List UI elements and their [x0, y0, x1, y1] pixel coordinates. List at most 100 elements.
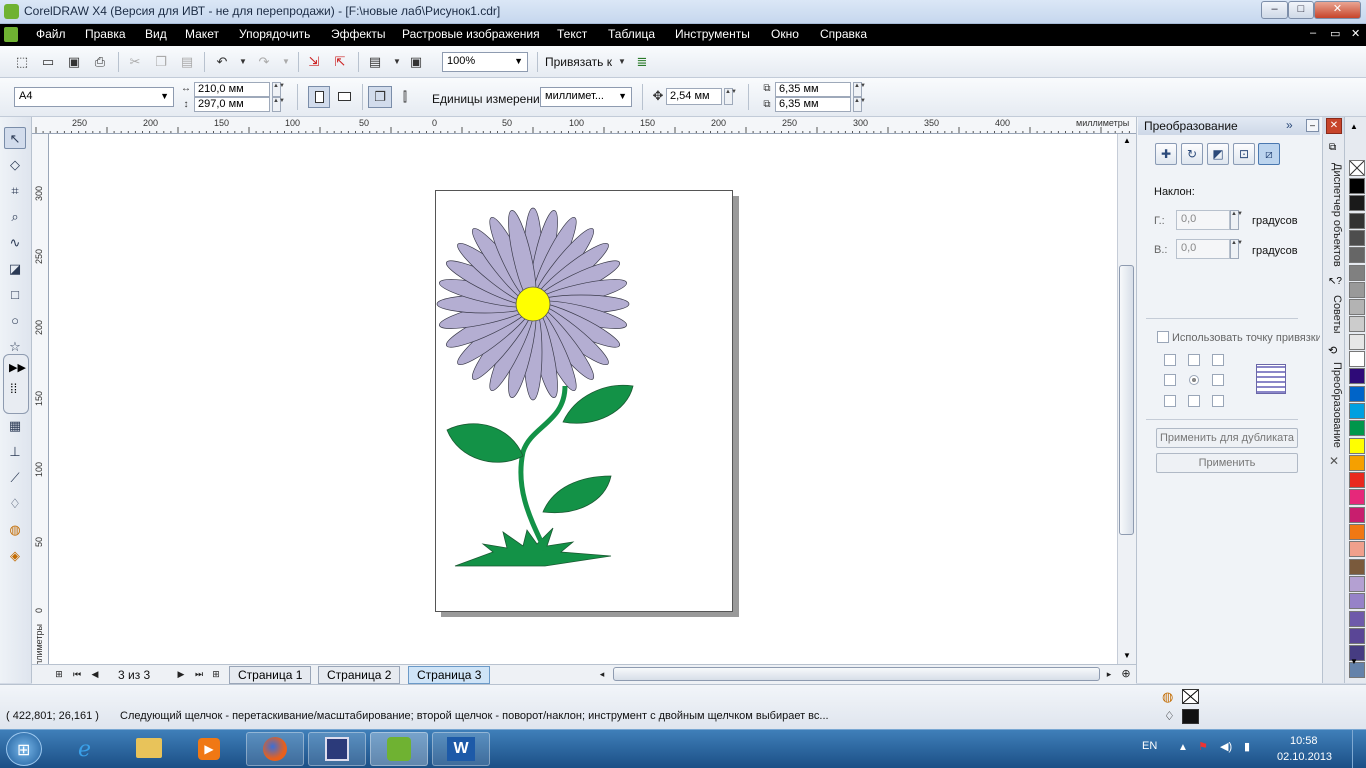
- anchor-tl[interactable]: [1164, 354, 1176, 366]
- table-tool-icon[interactable]: ▦: [4, 415, 26, 437]
- redo-dropdown-icon[interactable]: ▼: [278, 54, 294, 70]
- color-swatch[interactable]: [1349, 420, 1365, 437]
- color-swatch[interactable]: [1349, 593, 1365, 610]
- interactive-fill-icon[interactable]: ◈: [4, 545, 26, 567]
- taskbar-save-button[interactable]: [308, 732, 366, 766]
- ellipse-tool-icon[interactable]: ○: [4, 310, 26, 332]
- scale-mirror-button[interactable]: ◩: [1207, 143, 1229, 165]
- smart-fill-icon[interactable]: ◪: [4, 258, 26, 280]
- snap-to-button[interactable]: Привязать к: [545, 55, 612, 69]
- stem-shape[interactable]: [518, 385, 568, 552]
- flower-center-shape[interactable]: [515, 286, 551, 322]
- undo-icon[interactable]: ↶: [214, 54, 230, 70]
- color-swatch[interactable]: [1349, 316, 1365, 333]
- crop-tool-icon[interactable]: ⌗: [4, 180, 26, 202]
- application-launcher-icon[interactable]: ▤: [367, 54, 383, 70]
- anchor-ml[interactable]: [1164, 374, 1176, 386]
- color-swatch[interactable]: [1349, 437, 1365, 454]
- color-swatch[interactable]: [1349, 506, 1365, 523]
- pick-tool-icon[interactable]: ↖: [4, 127, 26, 149]
- landscape-button[interactable]: [334, 86, 356, 108]
- taskbar-media-button[interactable]: ▶: [184, 732, 234, 766]
- color-swatch[interactable]: [1349, 541, 1365, 558]
- menu-view[interactable]: Вид: [145, 27, 167, 41]
- size-button[interactable]: ⊡: [1233, 143, 1255, 165]
- dimension-tool-icon[interactable]: ⊥: [4, 441, 26, 463]
- outline-tool-icon[interactable]: ♢: [4, 493, 26, 515]
- left-leaf-shape[interactable]: [446, 423, 524, 463]
- menu-table[interactable]: Таблица: [608, 27, 655, 41]
- menu-window[interactable]: Окно: [771, 27, 799, 41]
- color-swatch[interactable]: [1349, 627, 1365, 644]
- taskbar-ie-button[interactable]: ℯ: [64, 732, 114, 766]
- color-swatch[interactable]: [1349, 402, 1365, 419]
- menu-arrange[interactable]: Упорядочить: [239, 27, 310, 41]
- close-tab-icon[interactable]: ✕: [1329, 454, 1339, 468]
- show-hidden-icons-icon[interactable]: ▲: [1178, 742, 1188, 753]
- docker-minimize-icon[interactable]: –: [1306, 119, 1319, 132]
- taskbar-firefox-button[interactable]: [246, 732, 304, 766]
- menu-file[interactable]: Файл: [36, 27, 66, 41]
- color-swatch[interactable]: [1349, 195, 1365, 212]
- color-swatch[interactable]: [1349, 299, 1365, 316]
- color-swatch[interactable]: [1349, 524, 1365, 540]
- scroll-left-icon[interactable]: ◂: [595, 667, 609, 681]
- page-width-field[interactable]: 210,0 мм: [194, 82, 270, 97]
- eyedropper-tool-icon[interactable]: ⟋: [4, 467, 26, 489]
- scroll-right-icon[interactable]: ▸: [1102, 667, 1116, 681]
- all-pages-button[interactable]: ❐: [368, 86, 392, 108]
- flower-drawing[interactable]: [435, 190, 733, 612]
- color-swatch[interactable]: [1349, 229, 1365, 246]
- anchor-tr[interactable]: [1212, 354, 1224, 366]
- paper-size-combo[interactable]: A4 ▼: [14, 87, 174, 107]
- maximize-button[interactable]: □: [1288, 1, 1314, 19]
- color-swatch[interactable]: [1349, 385, 1365, 402]
- import-icon[interactable]: ⇲: [306, 54, 322, 70]
- first-page-icon[interactable]: ⏮: [70, 667, 84, 681]
- palette-scroll-down-icon[interactable]: ▼: [1350, 657, 1358, 666]
- spin-arrows-icon[interactable]: ▲▼: [272, 97, 285, 112]
- close-button[interactable]: ✕: [1314, 1, 1361, 19]
- doc-close-button[interactable]: ✕: [1351, 27, 1360, 40]
- color-swatch[interactable]: [1349, 178, 1365, 194]
- export-icon[interactable]: ⇱: [332, 54, 348, 70]
- tab-transform[interactable]: Преобразование: [1325, 360, 1343, 450]
- menu-bitmaps[interactable]: Растровые изображения: [402, 27, 540, 41]
- fill-tool-icon[interactable]: ◍: [4, 519, 26, 541]
- tab-hints[interactable]: Советы: [1325, 292, 1343, 336]
- duplicate-x-field[interactable]: 6,35 мм: [775, 82, 851, 97]
- spin-arrows-icon[interactable]: ▲▼: [853, 82, 866, 97]
- cut-icon[interactable]: ✂: [127, 54, 143, 70]
- anchor-checkbox[interactable]: [1157, 331, 1169, 343]
- speaker-icon[interactable]: ◀): [1220, 740, 1232, 753]
- color-swatch[interactable]: [1349, 351, 1365, 367]
- color-swatch[interactable]: [1349, 489, 1365, 506]
- options-icon[interactable]: ≣: [634, 54, 650, 70]
- color-swatch[interactable]: [1349, 454, 1365, 471]
- rectangle-tool-icon[interactable]: □: [4, 284, 26, 306]
- color-swatch[interactable]: [1349, 368, 1365, 385]
- page-tab-2[interactable]: Страница 2: [318, 666, 401, 684]
- color-swatch[interactable]: [1349, 575, 1365, 592]
- freehand-tool-icon[interactable]: ∿: [4, 232, 26, 254]
- position-button[interactable]: ✚: [1155, 143, 1177, 165]
- zoom-combo[interactable]: 100% ▼: [442, 52, 528, 72]
- redo-icon[interactable]: ↷: [256, 54, 272, 70]
- doc-restore-button[interactable]: ▭: [1330, 27, 1340, 40]
- page-height-field[interactable]: 297,0 мм: [194, 97, 270, 112]
- new-document-icon[interactable]: ⬚: [14, 54, 30, 70]
- show-desktop-button[interactable]: [1352, 730, 1366, 768]
- outline-color-indicator[interactable]: [1182, 709, 1199, 724]
- language-indicator[interactable]: EN: [1142, 740, 1157, 752]
- color-swatch[interactable]: [1349, 472, 1365, 489]
- spin-arrows-icon[interactable]: ▲▼: [853, 97, 866, 112]
- add-page-after-icon[interactable]: ⊞: [209, 667, 223, 681]
- color-swatch[interactable]: [1349, 281, 1365, 298]
- scroll-down-icon[interactable]: ▼: [1123, 651, 1131, 660]
- welcome-screen-icon[interactable]: ▣: [408, 54, 424, 70]
- duplicate-y-field[interactable]: 6,35 мм: [775, 97, 851, 112]
- page-tab-3[interactable]: Страница 3: [408, 666, 491, 684]
- anchor-bc[interactable]: [1188, 395, 1200, 407]
- menu-help[interactable]: Справка: [820, 27, 867, 41]
- color-swatch[interactable]: [1349, 264, 1365, 281]
